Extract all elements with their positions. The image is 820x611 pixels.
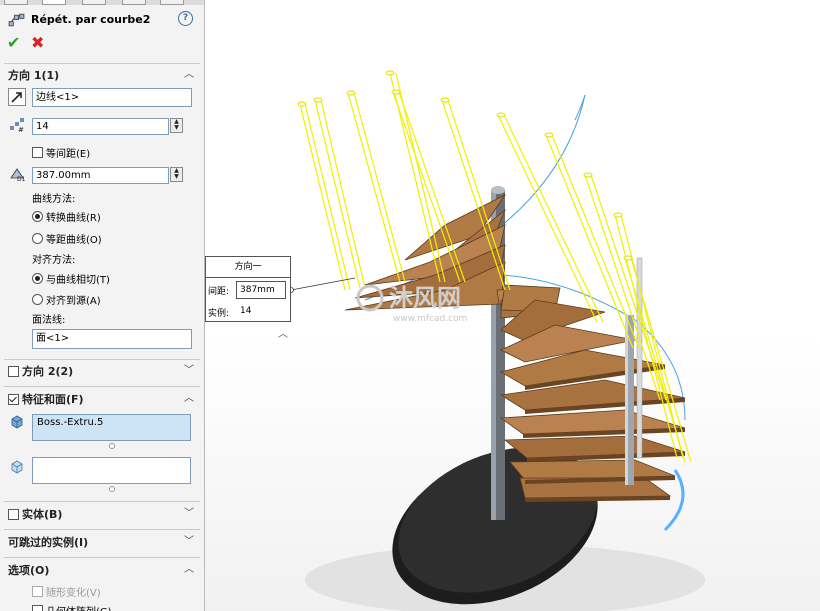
checkbox-icon bbox=[32, 605, 43, 611]
chevron-down-icon[interactable]: ﹀ bbox=[184, 537, 194, 547]
checkbox-icon bbox=[32, 586, 43, 597]
spacing-icon: D1 bbox=[10, 168, 25, 182]
watermark-text: 沐风网 bbox=[389, 284, 461, 312]
manager-tab-strip[interactable] bbox=[0, 0, 204, 5]
chevron-up-icon[interactable]: ︿ bbox=[184, 565, 194, 575]
options-header[interactable]: 选项(O) bbox=[8, 562, 49, 578]
instances-icon: # bbox=[10, 118, 24, 133]
direction-callout[interactable]: 方向一 间距: 387mm 实例: 14 bbox=[205, 256, 291, 322]
spacing-stepper[interactable]: ▲ ▼ bbox=[170, 167, 183, 182]
callout-title: 方向一 bbox=[206, 257, 290, 278]
cancel-button[interactable]: ✖ bbox=[31, 35, 44, 51]
feature-title: Répét. par courbe2 bbox=[31, 12, 151, 26]
features-list[interactable]: Boss.-Extru.5 bbox=[32, 414, 191, 441]
align-tangent-radio[interactable]: 与曲线相切(T) bbox=[32, 271, 110, 286]
chevron-down-icon[interactable]: ﹀ bbox=[184, 366, 194, 376]
edge-selection-field[interactable]: 边线<1> bbox=[32, 88, 192, 107]
face-selection-field[interactable]: 面<1> bbox=[32, 329, 192, 349]
resize-grip[interactable] bbox=[109, 443, 115, 449]
features-faces-header[interactable]: 特征和面(F) bbox=[8, 391, 84, 407]
bodies-header[interactable]: 实体(B) bbox=[8, 506, 62, 522]
spacing-input[interactable]: 387.00mm bbox=[32, 167, 169, 184]
graphics-viewport[interactable]: 沐风网 www.mfcad.com 方向一 间距: 387mm 实例: 14 ︿ bbox=[205, 0, 820, 611]
feature-list-item[interactable]: Boss.-Extru.5 bbox=[37, 417, 186, 428]
callout-spacing-label: 间距: bbox=[208, 287, 230, 297]
feature-title-bar: Répét. par courbe2 bbox=[8, 8, 150, 30]
help-icon[interactable]: ? bbox=[178, 11, 193, 26]
callout-instances-field[interactable]: 14 bbox=[236, 303, 290, 319]
faces-list[interactable] bbox=[32, 457, 191, 484]
svg-text:#: # bbox=[18, 126, 24, 133]
radio-icon bbox=[32, 211, 43, 222]
instances-stepper[interactable]: ▲ ▼ bbox=[170, 118, 183, 133]
radio-icon bbox=[32, 294, 43, 305]
chevron-up-icon[interactable]: ︿ bbox=[184, 394, 194, 404]
curve-method-offset-radio[interactable]: 等距曲线(O) bbox=[32, 231, 102, 246]
watermark-logo: 沐风网 www.mfcad.com bbox=[355, 276, 525, 326]
resize-grip[interactable] bbox=[109, 486, 115, 492]
chevron-up-icon[interactable]: ︿ bbox=[184, 70, 194, 80]
features-to-pattern-icon bbox=[11, 415, 23, 429]
direction2-header[interactable]: 方向 2(2) bbox=[8, 363, 73, 379]
align-method-label: 对齐方法: bbox=[32, 255, 76, 266]
svg-text:D1: D1 bbox=[17, 176, 25, 182]
skip-instances-header[interactable]: 可跳过的实例(I) bbox=[8, 534, 88, 550]
checkbox-icon[interactable] bbox=[8, 508, 19, 520]
align-source-radio[interactable]: 对齐到源(A) bbox=[32, 292, 101, 307]
curve-method-transform-radio[interactable]: 转换曲线(R) bbox=[32, 209, 101, 224]
checkbox-icon[interactable] bbox=[8, 393, 19, 405]
checkbox-icon[interactable] bbox=[8, 365, 19, 377]
chevron-up-icon[interactable]: ︿ bbox=[278, 325, 288, 340]
watermark-url: www.mfcad.com bbox=[393, 314, 467, 324]
ok-button[interactable]: ✔ bbox=[7, 35, 20, 51]
face-normal-label: 面法线: bbox=[32, 315, 66, 326]
vary-sketch-checkbox[interactable]: 随形变化(V) bbox=[32, 584, 101, 599]
callout-instances-label: 实例: bbox=[208, 309, 230, 319]
curve-method-label: 曲线方法: bbox=[32, 194, 76, 205]
property-manager: Répét. par courbe2 ? ✔ ✖ 方向 1(1) ︿ 边线<1>… bbox=[0, 0, 205, 611]
instances-input[interactable]: 14 bbox=[32, 118, 169, 135]
callout-spacing-field[interactable]: 387mm bbox=[236, 281, 286, 299]
geometry-pattern-checkbox[interactable]: 几何体阵列(G) bbox=[32, 603, 112, 611]
radio-icon bbox=[32, 233, 43, 244]
direction-arrow-icon[interactable] bbox=[8, 88, 26, 106]
checkbox-icon bbox=[32, 147, 43, 158]
curve-pattern-icon bbox=[8, 13, 25, 26]
radio-icon bbox=[32, 273, 43, 284]
equal-spacing-checkbox[interactable]: 等间距(E) bbox=[32, 145, 90, 160]
chevron-down-icon[interactable]: ﹀ bbox=[184, 509, 194, 519]
faces-to-pattern-icon bbox=[11, 460, 23, 474]
direction1-header[interactable]: 方向 1(1) bbox=[8, 67, 59, 83]
